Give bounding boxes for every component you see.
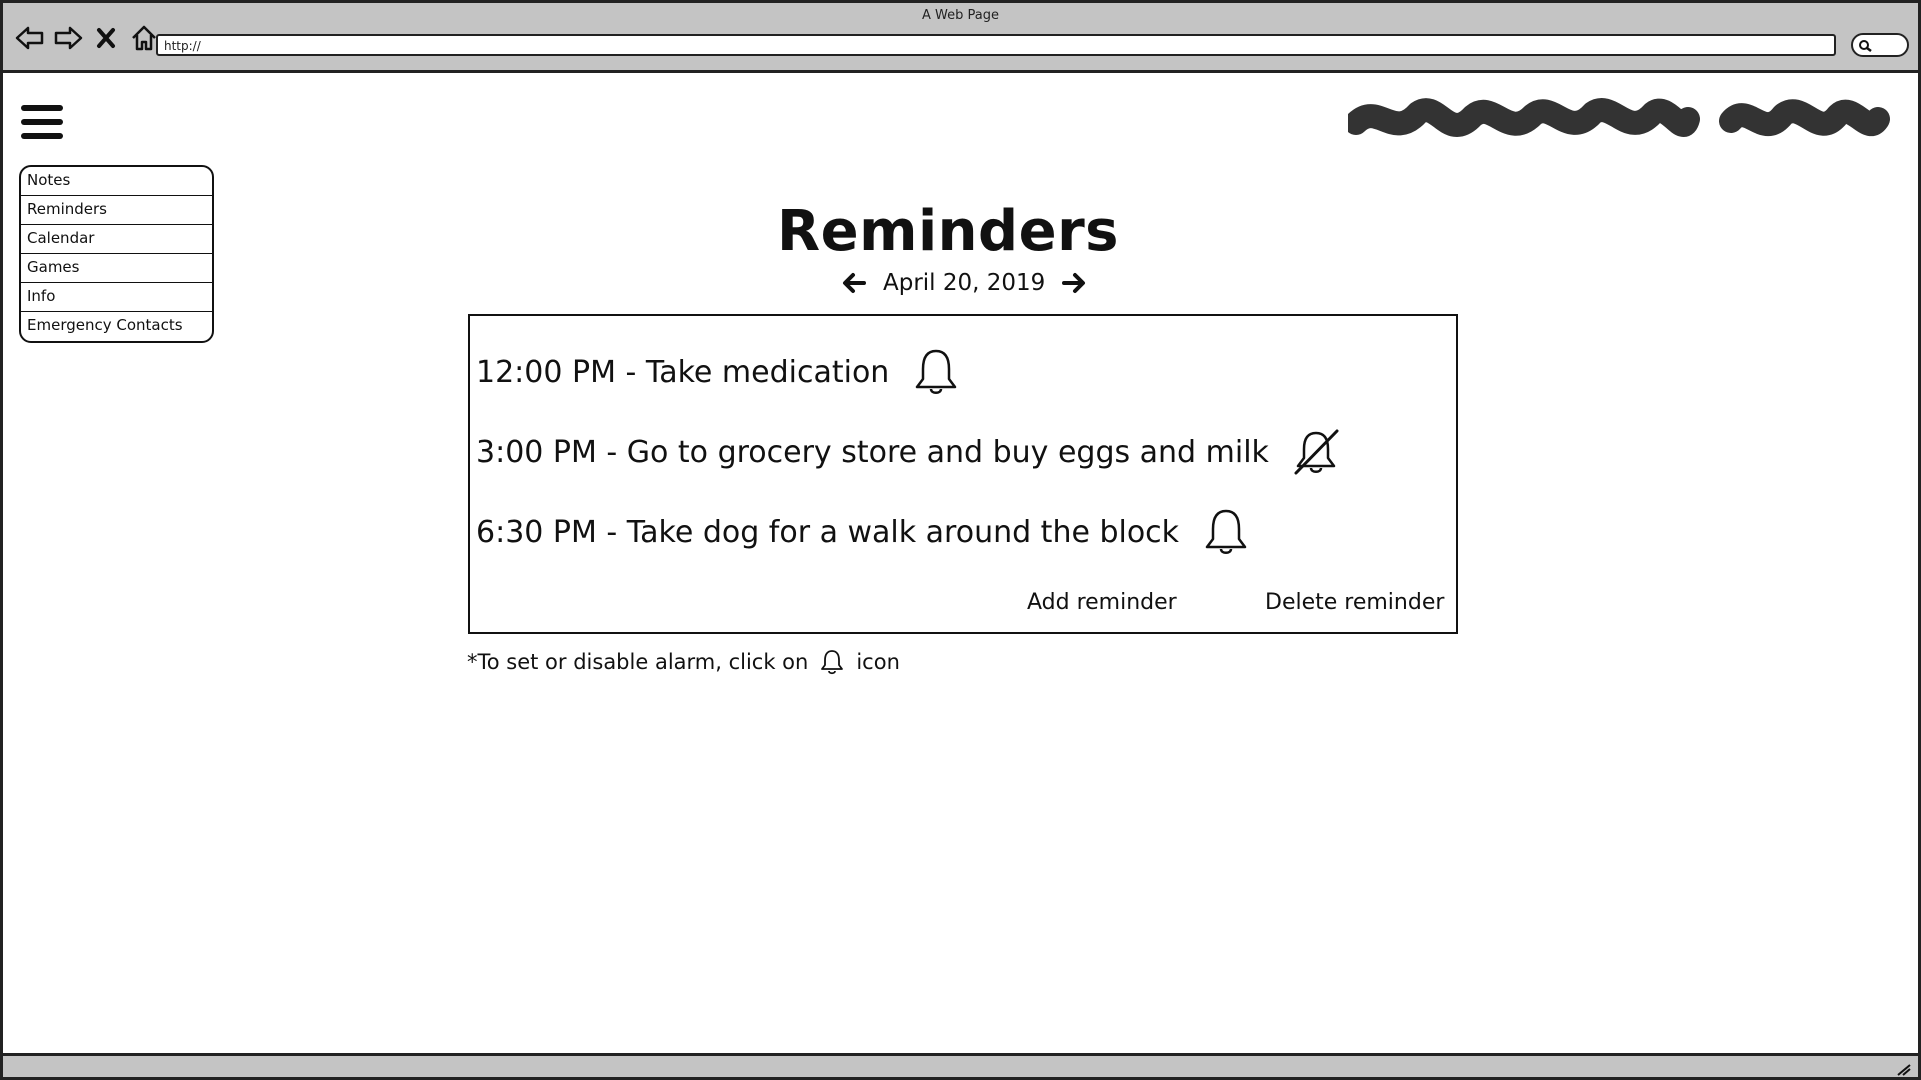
reminder-text: 3:00 PM - Go to grocery store and buy eg… — [476, 434, 1269, 470]
current-date: April 20, 2019 — [883, 270, 1046, 296]
alarm-hint-text: *To set or disable alarm, click on — [467, 650, 809, 674]
logo-scribble — [1344, 91, 1898, 155]
sidebar-item-notes[interactable]: Notes — [21, 167, 212, 196]
sidebar-item-info[interactable]: Info — [21, 283, 212, 312]
reminder-actions: Add reminder Delete reminder — [470, 590, 1456, 620]
reminder-item: 3:00 PM - Go to grocery store and buy eg… — [476, 424, 1341, 480]
browser-toolbar: A Web Page http:// — [3, 3, 1918, 73]
close-icon[interactable] — [91, 23, 121, 53]
status-bar — [3, 1053, 1918, 1077]
alarm-hint: *To set or disable alarm, click on icon — [467, 649, 900, 675]
bell-off-icon[interactable] — [1291, 424, 1341, 480]
alarm-hint-suffix: icon — [856, 650, 900, 674]
address-bar[interactable]: http:// — [156, 34, 1836, 56]
hamburger-icon[interactable] — [21, 103, 65, 143]
arrow-right-icon[interactable] — [1059, 268, 1089, 298]
bell-icon — [820, 649, 844, 675]
browser-nav-buttons — [15, 23, 159, 53]
reminder-text: 6:30 PM - Take dog for a walk around the… — [476, 514, 1180, 550]
date-navigation: April 20, 2019 — [839, 265, 1089, 301]
window-title: A Web Page — [922, 8, 999, 23]
bell-icon[interactable] — [1201, 504, 1251, 560]
page-title: Reminders — [776, 199, 1120, 264]
forward-arrow-icon[interactable] — [53, 23, 83, 53]
reminder-item: 12:00 PM - Take medication — [476, 344, 961, 400]
back-arrow-icon[interactable] — [15, 23, 45, 53]
delete-reminder-button[interactable]: Delete reminder — [1265, 590, 1444, 615]
reminder-item: 6:30 PM - Take dog for a walk around the… — [476, 504, 1251, 560]
reminder-text: 12:00 PM - Take medication — [476, 354, 890, 390]
arrow-left-icon[interactable] — [839, 268, 869, 298]
search-icon — [1859, 40, 1872, 52]
add-reminder-button[interactable]: Add reminder — [1027, 590, 1177, 615]
browser-search-button[interactable] — [1851, 33, 1909, 57]
sidebar-item-emergency-contacts[interactable]: Emergency Contacts — [21, 312, 212, 341]
browser-window: A Web Page http:// Notes Reminders Calen… — [0, 0, 1921, 1080]
home-icon[interactable] — [129, 23, 159, 53]
bell-icon[interactable] — [911, 344, 961, 400]
resize-grip-icon[interactable] — [1896, 1062, 1912, 1076]
reminders-panel: 12:00 PM - Take medication 3:00 PM - Go … — [468, 314, 1458, 634]
